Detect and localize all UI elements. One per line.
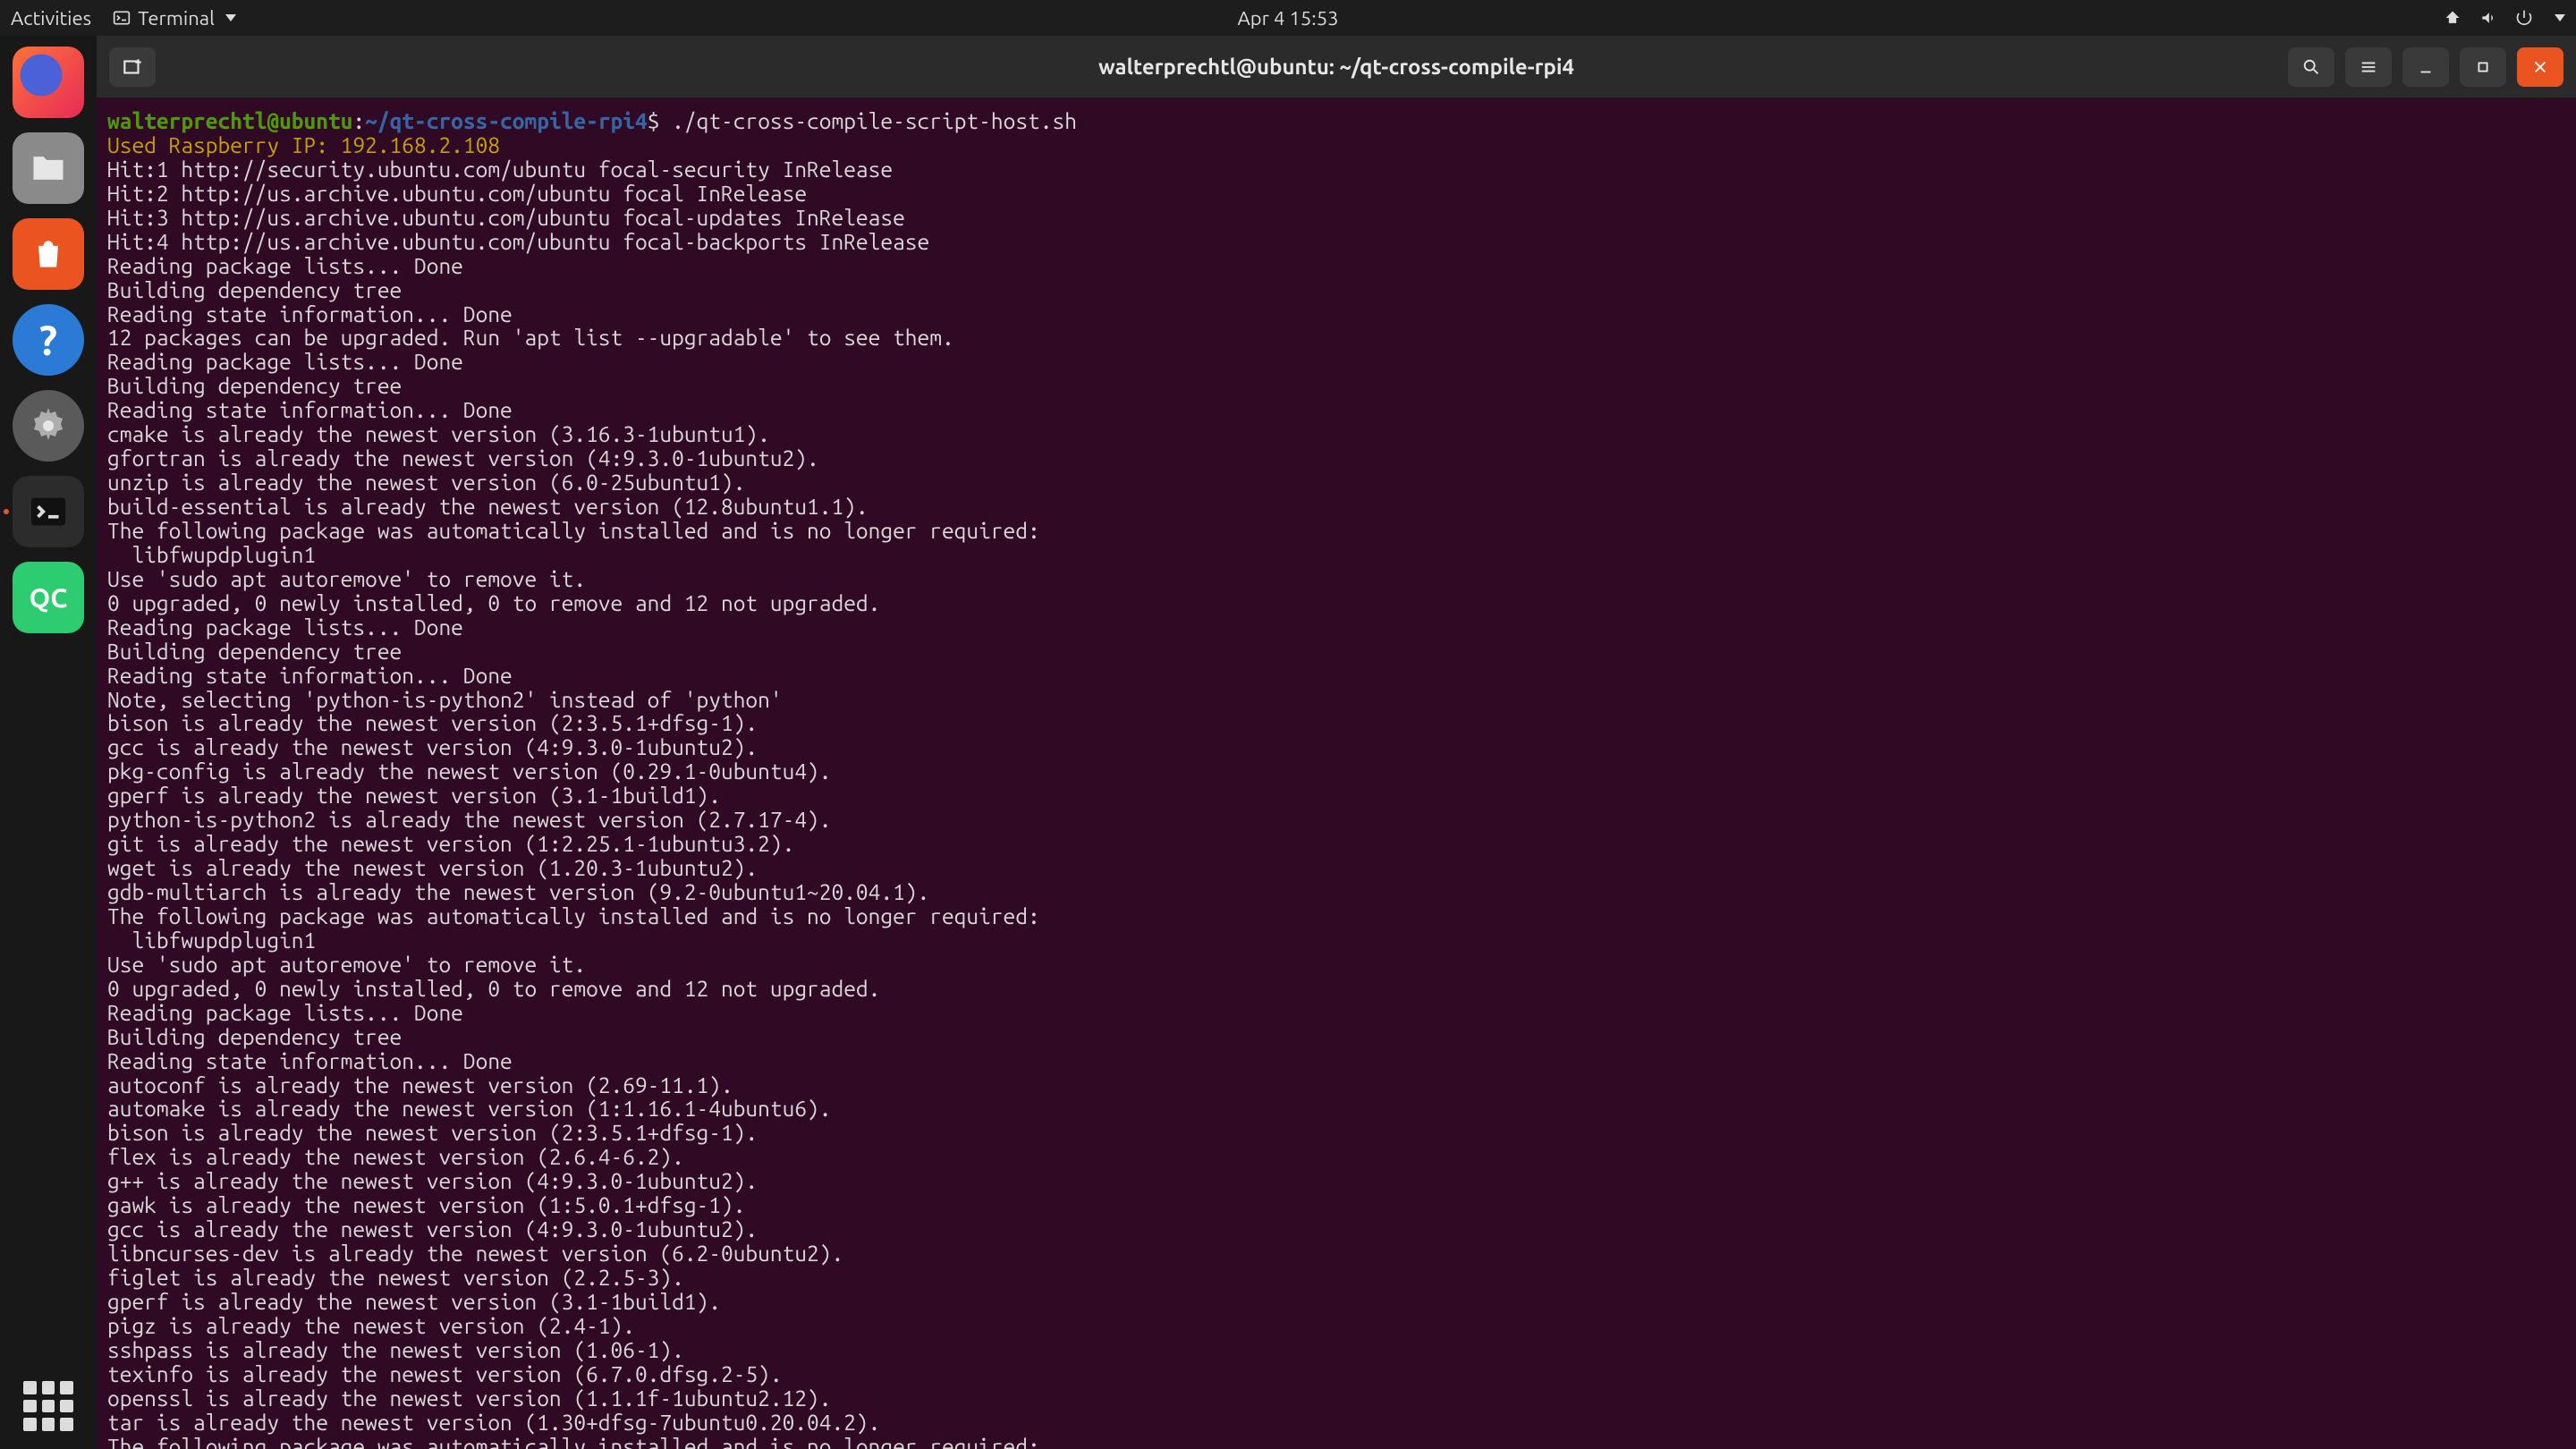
gear-icon <box>27 404 70 447</box>
app-menu[interactable]: Terminal <box>113 7 236 30</box>
terminal-icon <box>113 9 131 27</box>
activities-button[interactable]: Activities <box>11 7 91 30</box>
command-text: ./qt-cross-compile-script-host.sh <box>672 108 1077 133</box>
volume-icon[interactable] <box>2479 9 2497 27</box>
minimize-button[interactable] <box>2402 47 2449 87</box>
search-icon <box>2301 57 2321 77</box>
chevron-down-icon <box>225 14 236 21</box>
terminal-window: walterprechtl@ubuntu: ~/qt-cross-compile… <box>97 36 2576 1449</box>
close-icon <box>2530 57 2550 77</box>
network-icon[interactable] <box>2444 9 2462 27</box>
dock-firefox[interactable] <box>13 47 84 118</box>
new-tab-icon <box>121 55 144 79</box>
search-button[interactable] <box>2288 47 2334 87</box>
power-icon[interactable] <box>2515 9 2533 27</box>
app-menu-label: Terminal <box>138 7 215 30</box>
new-tab-button[interactable] <box>109 47 156 87</box>
prompt-sep: : <box>352 108 365 133</box>
dock-files[interactable] <box>13 132 84 204</box>
hamburger-menu-button[interactable] <box>2345 47 2392 87</box>
gnome-topbar: Activities Terminal Apr 4 15:53 <box>0 0 2576 36</box>
qc-label: QC <box>30 582 68 613</box>
restore-icon <box>2473 57 2493 77</box>
prompt-path: ~/qt-cross-compile-rpi4 <box>365 108 648 133</box>
terminal-icon <box>28 491 69 532</box>
prompt-userhost: walterprechtl@ubuntu <box>107 108 352 133</box>
dock-qc[interactable]: QC <box>13 562 84 633</box>
window-title: walterprechtl@ubuntu: ~/qt-cross-compile… <box>1098 55 1574 79</box>
clock[interactable]: Apr 4 15:53 <box>1237 7 1338 30</box>
minimize-icon <box>2416 57 2436 77</box>
folder-icon <box>29 148 68 188</box>
hamburger-icon <box>2359 57 2378 77</box>
close-button[interactable] <box>2517 47 2563 87</box>
chevron-down-icon[interactable] <box>2555 14 2565 21</box>
dock-terminal[interactable] <box>13 476 84 547</box>
restore-button[interactable] <box>2460 47 2506 87</box>
dock-help[interactable]: ? <box>13 304 84 376</box>
terminal-content[interactable]: walterprechtl@ubuntu:~/qt-cross-compile-… <box>97 98 2576 1449</box>
bag-icon <box>29 234 68 274</box>
terminal-output: Hit:1 http://security.ubuntu.com/ubuntu … <box>107 157 1040 1449</box>
terminal-headerbar: walterprechtl@ubuntu: ~/qt-cross-compile… <box>97 36 2576 98</box>
dock-software[interactable] <box>13 218 84 290</box>
dock-settings[interactable] <box>13 390 84 462</box>
show-applications[interactable] <box>23 1381 73 1431</box>
dock: ? QC <box>0 36 97 1449</box>
prompt-dollar: $ <box>648 108 672 133</box>
raspberry-ip-line: Used Raspberry IP: 192.168.2.108 <box>107 132 500 157</box>
question-icon: ? <box>39 317 57 363</box>
